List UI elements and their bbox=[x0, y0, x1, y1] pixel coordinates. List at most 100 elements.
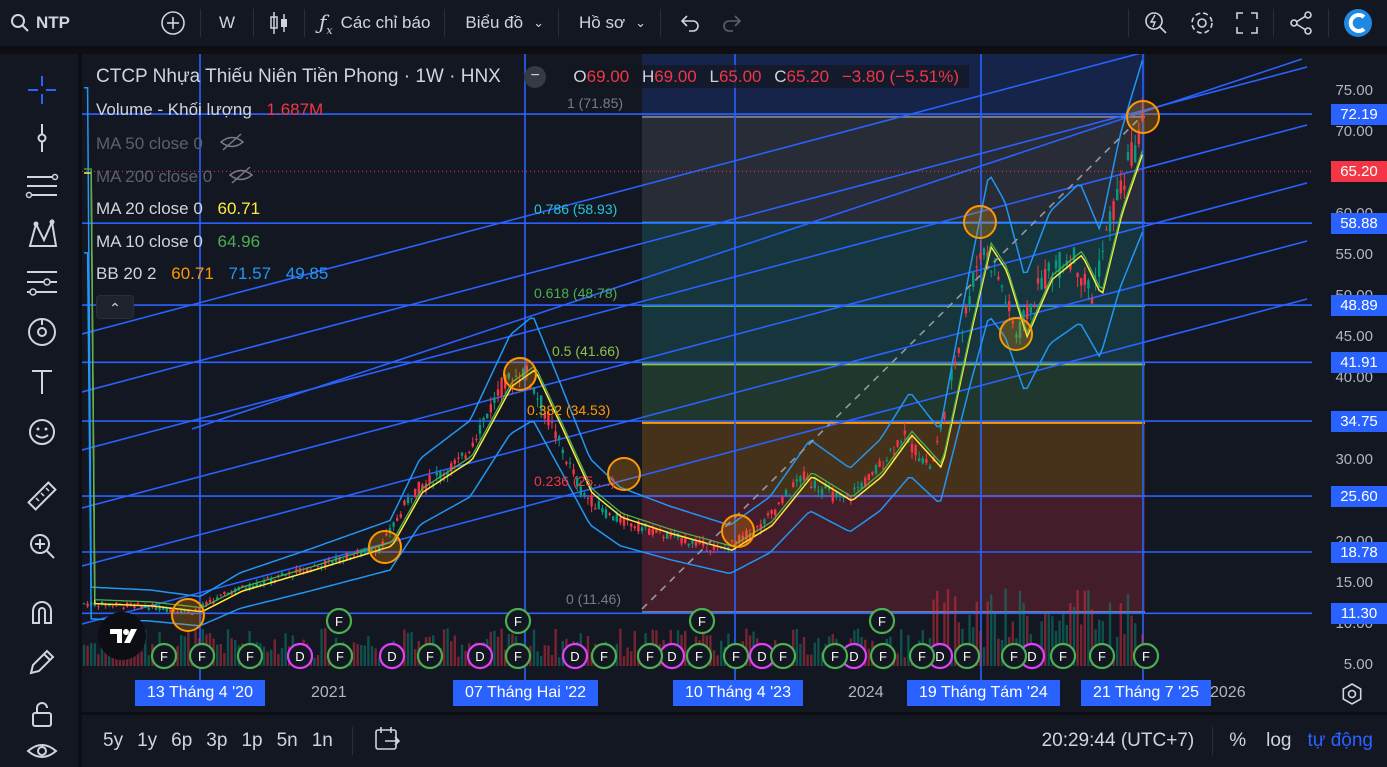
auto-scale-toggle[interactable]: tự động bbox=[1301, 730, 1387, 752]
legend-toggle-button[interactable]: − bbox=[524, 66, 547, 88]
separator bbox=[444, 9, 446, 37]
eye-off-icon[interactable] bbox=[219, 133, 244, 156]
text-tool[interactable] bbox=[20, 362, 64, 402]
range-button-1y[interactable]: 1y bbox=[130, 730, 164, 752]
eye-icon bbox=[26, 744, 58, 758]
event-d-marker-label: D bbox=[849, 649, 858, 664]
candle-body bbox=[648, 528, 651, 535]
candle-body bbox=[795, 479, 798, 482]
candle-body bbox=[468, 451, 471, 453]
symbol-search[interactable]: NTP bbox=[0, 0, 150, 48]
volume-bar bbox=[320, 629, 323, 666]
tradingview-logo[interactable] bbox=[98, 612, 146, 660]
stay-in-drawing-tool[interactable] bbox=[20, 642, 64, 682]
indicators-button[interactable]: ƒx Các chỉ báo bbox=[309, 0, 440, 48]
volume-bar bbox=[374, 648, 377, 666]
legend-ma10[interactable]: MA 10 close 0 64.96 bbox=[96, 232, 264, 252]
pattern-tool[interactable] bbox=[20, 214, 64, 254]
hide-drawings-tool[interactable] bbox=[20, 736, 64, 766]
axis-settings-button[interactable] bbox=[1340, 682, 1364, 711]
chart-menu-button[interactable]: Biểu đồ ⌄ bbox=[449, 0, 554, 48]
chart-type-button[interactable] bbox=[258, 0, 300, 48]
volume-bar bbox=[277, 654, 280, 666]
fib-tool[interactable] bbox=[20, 166, 64, 206]
fib-label-1: 1 (71.85) bbox=[567, 95, 624, 111]
magnet-tool[interactable] bbox=[20, 592, 64, 632]
ma10-label: MA 10 close 0 bbox=[96, 232, 203, 251]
volume-bar bbox=[993, 612, 996, 666]
candle-body bbox=[853, 487, 856, 490]
range-button-3p[interactable]: 3p bbox=[199, 730, 234, 752]
range-button-5n[interactable]: 5n bbox=[270, 730, 305, 752]
clock[interactable]: 20:29:44 (UTC+7) bbox=[1042, 730, 1209, 752]
volume-bar bbox=[586, 635, 590, 666]
event-dividend-marker-label: F bbox=[335, 614, 343, 629]
candle-body bbox=[813, 480, 816, 489]
forecast-icon bbox=[27, 271, 57, 296]
range-button-5y[interactable]: 5y bbox=[96, 730, 130, 752]
ma20-label: MA 20 close 0 bbox=[96, 199, 203, 218]
candle-body bbox=[910, 443, 914, 453]
event-d-marker-label: D bbox=[295, 649, 304, 664]
percent-toggle[interactable]: % bbox=[1217, 730, 1256, 752]
candle-body bbox=[1123, 185, 1126, 190]
legend-bb[interactable]: BB 20 2 60.71 71.57 49.85 bbox=[96, 264, 332, 284]
legend-collapse-button[interactable]: ⌃ bbox=[96, 295, 134, 319]
undo-button[interactable] bbox=[665, 0, 711, 48]
volume-bar bbox=[626, 647, 629, 666]
crosshair-tool[interactable] bbox=[20, 70, 64, 110]
volume-bar bbox=[410, 631, 413, 666]
candle-body bbox=[1000, 285, 1004, 288]
date-range-button[interactable] bbox=[373, 725, 401, 758]
fib-label-0786: 0.786 (58.93) bbox=[534, 201, 618, 217]
fx-icon: ƒx bbox=[319, 9, 333, 37]
profile-menu-button[interactable]: Hồ sơ ⌄ bbox=[563, 0, 656, 48]
quick-search-button[interactable] bbox=[1133, 0, 1179, 48]
range-button-1p[interactable]: 1p bbox=[234, 730, 269, 752]
chart-pane[interactable]: FFFFDDDDDDDDDFFFFFFFFFFFFFFFFFFF 1 (71.8… bbox=[82, 54, 1387, 712]
emoji-tool[interactable] bbox=[20, 412, 64, 452]
legend-ma20[interactable]: MA 20 close 0 60.71 bbox=[96, 199, 264, 219]
high-value: 69.00 bbox=[654, 67, 697, 87]
brand-logo[interactable] bbox=[1333, 0, 1387, 48]
shapes-tool[interactable] bbox=[20, 312, 64, 352]
lock-tool[interactable] bbox=[20, 694, 64, 734]
settings-button[interactable] bbox=[1179, 0, 1225, 48]
range-button-6p[interactable]: 6p bbox=[164, 730, 199, 752]
candle-body bbox=[928, 466, 932, 469]
candle-body bbox=[982, 248, 986, 256]
compare-button[interactable] bbox=[150, 0, 196, 48]
event-d-marker-label: D bbox=[667, 649, 676, 664]
fib-zone bbox=[642, 306, 1145, 365]
fib-label-0382: 0.382 (34.53) bbox=[527, 402, 611, 418]
interval-button[interactable]: W bbox=[205, 0, 249, 48]
candle-body bbox=[1083, 273, 1086, 285]
fullscreen-button[interactable] bbox=[1225, 0, 1269, 48]
range-button-1n[interactable]: 1n bbox=[305, 730, 340, 752]
legend-ma200[interactable]: MA 200 close 0 bbox=[96, 166, 257, 189]
volume-bar bbox=[262, 646, 266, 666]
trend-line-tool[interactable] bbox=[20, 118, 64, 158]
pencil-lock-icon bbox=[29, 649, 55, 675]
candle-body bbox=[1036, 278, 1040, 284]
candle-body bbox=[896, 440, 899, 447]
candle-body bbox=[849, 497, 852, 499]
separator bbox=[253, 9, 254, 37]
measure-tool[interactable] bbox=[20, 476, 64, 516]
log-toggle[interactable]: log bbox=[1256, 730, 1301, 752]
share-button[interactable] bbox=[1278, 0, 1324, 48]
candle-body bbox=[558, 436, 561, 441]
candle-body bbox=[687, 543, 690, 546]
price-chart[interactable]: F F F FD D D D D D D D DF F F F F F F F F F F F F F F F F F F bbox=[82, 54, 1387, 712]
zoom-in-icon bbox=[30, 534, 55, 559]
volume-bar bbox=[633, 630, 636, 666]
volume-bar bbox=[536, 651, 539, 666]
forecast-tool[interactable] bbox=[20, 262, 64, 302]
legend-volume[interactable]: Volume - Khối lượng 1.687M bbox=[96, 100, 327, 120]
legend-ma50[interactable]: MA 50 close 0 bbox=[96, 133, 248, 156]
separator bbox=[200, 9, 201, 37]
zoom-tool[interactable] bbox=[20, 526, 64, 566]
candle-body bbox=[856, 487, 860, 489]
eye-off-icon[interactable] bbox=[228, 166, 254, 189]
redo-button[interactable] bbox=[711, 0, 753, 48]
